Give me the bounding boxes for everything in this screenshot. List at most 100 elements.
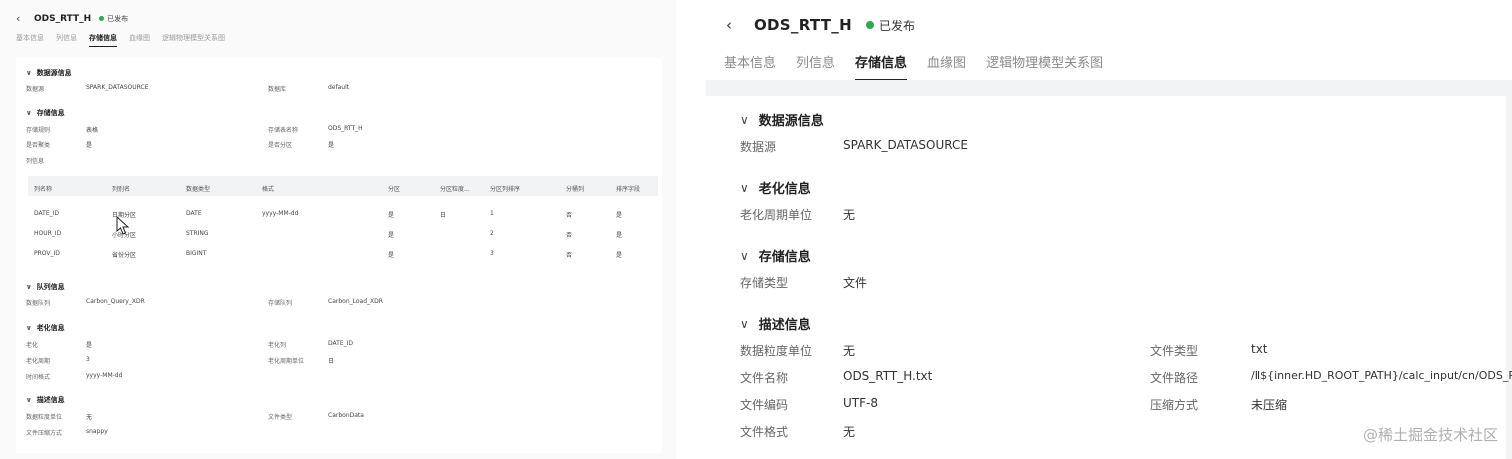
storage-table-value: ODS_RTT_H xyxy=(328,125,363,132)
aging-label: 老化 xyxy=(26,342,39,349)
chevron-down-icon[interactable]: ∨ xyxy=(26,283,32,291)
published-dot-icon xyxy=(865,21,874,29)
chevron-down-icon[interactable]: ∨ xyxy=(740,113,749,127)
table-cell: 是 xyxy=(616,252,623,259)
tab-storage-info[interactable]: 存储信息 xyxy=(855,52,908,81)
watermark: @稀土掘金技术社区 xyxy=(1362,426,1498,444)
table-cell: STRING xyxy=(186,230,209,237)
status-text: 已发布 xyxy=(878,18,915,33)
storage-type-value: 文件 xyxy=(843,276,868,290)
tab-column-info[interactable]: 列信息 xyxy=(796,52,835,81)
granularity-label: 数据粒度单位 xyxy=(26,414,63,421)
tab-model-relation[interactable]: 逻辑物理模型关系图 xyxy=(162,33,225,47)
granularity-label: 数据粒度单位 xyxy=(740,344,813,358)
section-title: 存储信息 xyxy=(758,250,811,265)
compress-label: 文件压缩方式 xyxy=(26,430,63,437)
section-queue[interactable]: ∨ 队列信息 xyxy=(26,282,65,292)
section-description[interactable]: ∨ 描述信息 xyxy=(26,395,65,405)
th-col-name: 列名称 xyxy=(34,186,53,193)
cluster-value: 是 xyxy=(86,142,93,149)
granularity-value: 无 xyxy=(843,344,856,358)
tab-bar: 基本信息 列信息 存储信息 血缘图 逻辑物理模型关系图 xyxy=(724,52,1103,81)
aging-value: 是 xyxy=(86,342,93,349)
section-aging[interactable]: ∨ 老化信息 xyxy=(740,178,811,198)
right-panel: ‹ ODS_RTT_H 已发布 基本信息 列信息 存储信息 血缘图 逻辑物理模型… xyxy=(706,0,1512,459)
table-cell: DATE_ID xyxy=(34,210,59,217)
status-badge: 已发布 xyxy=(865,17,915,34)
table-cell: yyyy-MM-dd xyxy=(262,210,299,217)
file-type-label: 文件类型 xyxy=(1150,344,1199,358)
time-format-label: 时间格式 xyxy=(26,374,51,381)
section-title: 存储信息 xyxy=(36,109,65,117)
tab-lineage[interactable]: 血缘图 xyxy=(927,52,966,81)
chevron-down-icon[interactable]: ∨ xyxy=(26,69,32,77)
chevron-down-icon[interactable]: ∨ xyxy=(26,324,32,332)
aging-unit-value: 日 xyxy=(328,358,335,365)
section-title: 老化信息 xyxy=(36,324,65,332)
datasource-label: 数据源 xyxy=(740,140,777,154)
chevron-down-icon[interactable]: ∨ xyxy=(740,249,749,263)
section-title: 老化信息 xyxy=(758,182,811,197)
scrollbar[interactable] xyxy=(1506,96,1512,459)
section-title: 描述信息 xyxy=(36,396,65,404)
left-title-row: ‹ ODS_RTT_H 已发布 xyxy=(16,12,128,25)
tab-model-relation[interactable]: 逻辑物理模型关系图 xyxy=(986,52,1103,81)
aging-col-value: DATE_ID xyxy=(328,340,353,347)
database-label: 数据库 xyxy=(268,86,287,93)
section-storage[interactable]: ∨ 存储信息 xyxy=(740,246,811,266)
section-aging[interactable]: ∨ 老化信息 xyxy=(26,323,65,333)
th-partition-grain: 分区粒度... xyxy=(440,186,470,193)
file-format-label: 文件格式 xyxy=(740,425,789,439)
section-title: 描述信息 xyxy=(758,318,811,333)
file-type-value: txt xyxy=(1251,342,1268,356)
columns-label: 列信息 xyxy=(26,158,45,165)
load-queue-label: 存储队列 xyxy=(268,300,293,307)
chevron-down-icon[interactable]: ∨ xyxy=(740,317,749,331)
storage-rule-label: 存储规则 xyxy=(26,127,51,134)
tab-bar: 基本信息 列信息 存储信息 血缘图 逻辑物理模型关系图 xyxy=(16,33,225,47)
tab-basic-info[interactable]: 基本信息 xyxy=(16,33,44,47)
th-col-alias: 列别名 xyxy=(112,186,131,193)
table-cell: PROV_ID xyxy=(34,250,60,257)
aging-unit-label: 老化周期单位 xyxy=(268,358,305,365)
panel-gap xyxy=(676,0,706,459)
section-title: 数据源信息 xyxy=(36,69,72,77)
datasource-label: 数据源 xyxy=(26,86,45,93)
th-format: 格式 xyxy=(262,186,275,193)
file-encoding-label: 文件编码 xyxy=(740,398,789,412)
back-arrow-icon[interactable]: ‹ xyxy=(16,12,26,25)
chevron-down-icon[interactable]: ∨ xyxy=(26,109,32,117)
table-cell: 否 xyxy=(566,212,573,219)
table-cell: 是 xyxy=(616,232,623,239)
storage-type-label: 存储类型 xyxy=(740,276,789,290)
tab-basic-info[interactable]: 基本信息 xyxy=(724,52,776,81)
page-title: ODS_RTT_H xyxy=(754,16,852,34)
aging-period-label: 老化周期 xyxy=(26,358,51,365)
chevron-down-icon[interactable]: ∨ xyxy=(740,181,749,195)
section-datasource[interactable]: ∨ 数据源信息 xyxy=(26,68,72,78)
table-cell: 是 xyxy=(616,212,623,219)
aging-col-label: 老化列 xyxy=(268,342,287,349)
time-format-value: yyyy-MM-dd xyxy=(86,372,123,379)
granularity-value: 无 xyxy=(86,414,93,421)
table-cell: 是 xyxy=(388,232,395,239)
section-description[interactable]: ∨ 描述信息 xyxy=(740,314,811,334)
th-partition-order: 分区列排序 xyxy=(490,186,521,193)
file-name-value: ODS_RTT_H.txt xyxy=(843,369,933,383)
th-sort-field: 排序字段 xyxy=(616,186,641,193)
tab-column-info[interactable]: 列信息 xyxy=(56,33,77,47)
table-cell: 否 xyxy=(566,252,573,259)
section-storage[interactable]: ∨ 存储信息 xyxy=(26,108,65,118)
table-cell: 省份分区 xyxy=(112,252,137,259)
partition-label: 是否分区 xyxy=(268,142,293,149)
th-data-type: 数据类型 xyxy=(186,186,211,193)
table-cell: 1 xyxy=(490,210,494,217)
tab-storage-info[interactable]: 存储信息 xyxy=(89,33,117,47)
left-content: ∨ 数据源信息 数据源 SPARK_DATASOURCE 数据库 default… xyxy=(16,58,662,453)
back-arrow-icon[interactable]: ‹ xyxy=(726,16,740,34)
chevron-down-icon[interactable]: ∨ xyxy=(26,396,32,404)
section-datasource[interactable]: ∨ 数据源信息 xyxy=(740,110,824,130)
cluster-label: 是否聚类 xyxy=(26,142,51,149)
query-queue-value: Carbon_Query_XDR xyxy=(86,298,145,305)
tab-lineage[interactable]: 血缘图 xyxy=(129,33,150,47)
